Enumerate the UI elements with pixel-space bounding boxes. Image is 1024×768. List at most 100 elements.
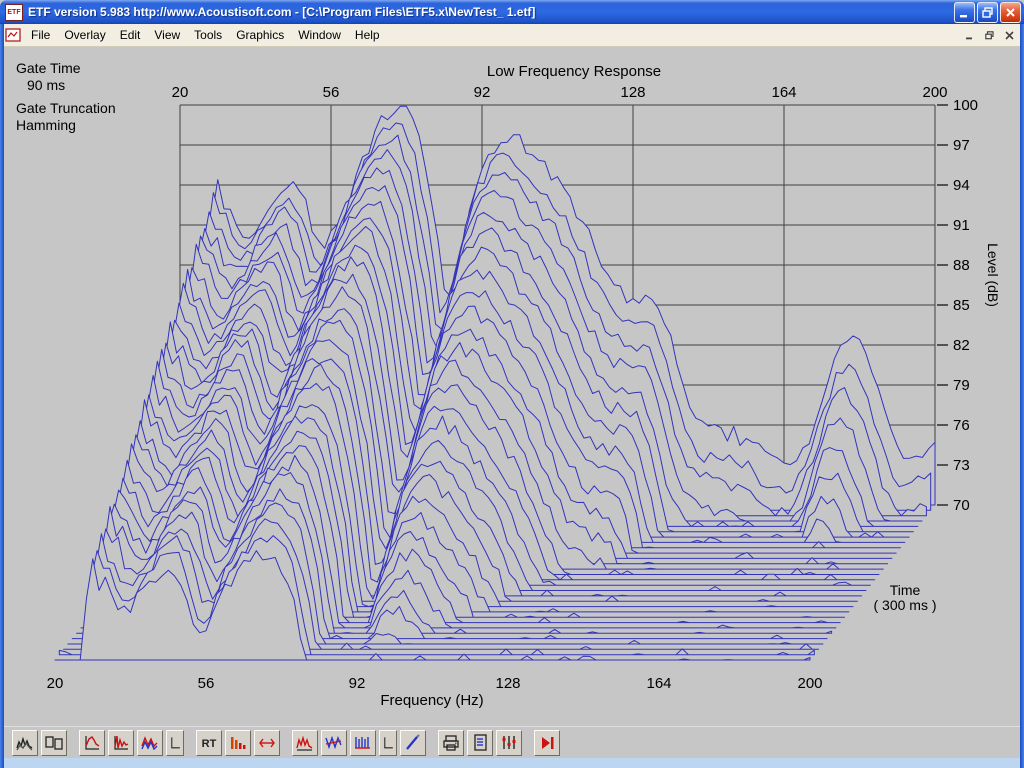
mini-axes-icon: [384, 736, 393, 748]
window-title: ETF version 5.983 http://www.Acoustisoft…: [28, 5, 536, 19]
y-tick-label: 85: [953, 297, 970, 314]
dual-display-button[interactable]: [41, 729, 67, 756]
toolbar: RT: [0, 726, 1024, 758]
dual-display-icon: [45, 735, 63, 750]
x-tick-label-bottom: 56: [198, 675, 215, 692]
mixer-icon: [502, 735, 516, 749]
toolbar-group: [438, 729, 522, 756]
marker-pencil-button[interactable]: [400, 729, 426, 756]
y-axis-label: Level (dB): [985, 243, 1001, 307]
mdi-restore-button[interactable]: [981, 27, 998, 43]
gate-time-label: Gate Time: [16, 60, 81, 76]
comb-filter-icon: [355, 736, 370, 749]
impulse-response-icon: [114, 735, 129, 750]
window-border-left: [0, 24, 4, 768]
x-tick-label-bottom: 128: [495, 675, 520, 692]
y-tick-label: 79: [953, 377, 970, 394]
rt60-icon: RT: [202, 738, 217, 750]
toolbar-group: [79, 729, 184, 756]
energy-spectrum-button[interactable]: [225, 729, 251, 756]
freq-response-icon: [85, 735, 100, 750]
axes-toggle-button[interactable]: [166, 729, 184, 756]
gate-time-value: 90 ms: [27, 77, 65, 93]
x-tick-label-top: 128: [620, 84, 645, 101]
x-tick-label-bottom: 92: [349, 675, 366, 692]
play-icon: [542, 736, 554, 749]
printer-icon: [443, 734, 459, 751]
y-tick-label: 73: [953, 457, 970, 474]
measure-button[interactable]: [534, 729, 560, 756]
toolbar-group: [12, 729, 67, 756]
menu-bar: File Overlay Edit View Tools Graphics Window He…: [0, 24, 1024, 47]
document-icon: [5, 28, 21, 42]
minimize-button[interactable]: [954, 1, 975, 23]
menu-item-help[interactable]: Help: [348, 25, 387, 45]
impulse-response-button[interactable]: [108, 729, 134, 756]
time-axis-range: ( 300 ms ): [873, 597, 936, 613]
plot-client-area: Gate Time 90 ms Gate Truncation Hamming …: [0, 47, 1024, 726]
comb-filter-button[interactable]: [350, 729, 376, 756]
axes-toggle-2-button[interactable]: [379, 729, 397, 756]
x-tick-label-top: 164: [771, 84, 796, 101]
mdi-restore-icon: [985, 30, 994, 39]
menu-item-file[interactable]: File: [24, 25, 57, 45]
gate-truncation-value: Hamming: [16, 117, 76, 133]
x-tick-label-top: 20: [172, 84, 189, 101]
y-tick-label: 76: [953, 417, 970, 434]
y-tick-label: 100: [953, 97, 978, 114]
y-tick-label: 94: [953, 177, 970, 194]
plot-title: Low Frequency Response: [487, 63, 661, 80]
menu-item-graphics[interactable]: Graphics: [229, 25, 291, 45]
menu-items: File Overlay Edit View Tools Graphics Window He…: [24, 25, 387, 45]
x-axis-label: Frequency (Hz): [380, 692, 483, 709]
close-icon: [1006, 7, 1015, 17]
title-bar[interactable]: ETF ETF version 5.983 http://www.Acousti…: [0, 0, 1024, 24]
waterfall-icon: [16, 736, 33, 750]
toolbar-group: [292, 729, 426, 756]
menu-item-window[interactable]: Window: [291, 25, 348, 45]
print-button[interactable]: [438, 729, 464, 756]
mdi-close-icon: [1005, 30, 1014, 40]
menu-item-edit[interactable]: Edit: [113, 25, 148, 45]
x-tick-label-bottom: 200: [797, 675, 822, 692]
waterfall-slices: [54, 105, 936, 661]
restore-button[interactable]: [977, 1, 998, 23]
y-tick-label: 91: [953, 217, 970, 234]
x-tick-label-bottom: 164: [646, 675, 671, 692]
app-icon: ETF: [5, 3, 23, 21]
mdi-minimize-icon: [966, 37, 972, 39]
time-arrows-icon: [259, 738, 275, 747]
menu-item-tools[interactable]: Tools: [187, 25, 229, 45]
waterfall-view-button[interactable]: [12, 729, 38, 756]
toolbar-group: RT: [196, 729, 280, 756]
phase-response-button[interactable]: [321, 729, 347, 756]
rt60-button[interactable]: RT: [196, 729, 222, 756]
window-border-right: [1020, 24, 1024, 768]
app-window: ETF ETF version 5.983 http://www.Acousti…: [0, 0, 1024, 768]
svg-text:RT: RT: [202, 738, 217, 750]
time-axis-label: Time: [890, 582, 921, 598]
menu-item-overlay[interactable]: Overlay: [57, 25, 112, 45]
y-tick-label: 70: [953, 497, 970, 514]
restore-icon: [982, 6, 993, 18]
report-button[interactable]: [467, 729, 493, 756]
time-window-button[interactable]: [254, 729, 280, 756]
close-button[interactable]: [1000, 1, 1021, 23]
x-tick-label-top: 92: [474, 84, 491, 101]
overlay-response-button[interactable]: [137, 729, 163, 756]
mdi-window-controls: [961, 27, 1021, 43]
menu-item-view[interactable]: View: [147, 25, 187, 45]
x-tick-label-bottom: 20: [47, 675, 64, 692]
distortion-button[interactable]: [292, 729, 318, 756]
report-icon: [474, 733, 487, 751]
status-bar: [0, 758, 1024, 768]
x-tick-label-top: 56: [323, 84, 340, 101]
frequency-response-button[interactable]: [79, 729, 105, 756]
minimize-icon: [960, 14, 967, 17]
mdi-minimize-button[interactable]: [961, 27, 978, 43]
double-response-icon: [296, 734, 313, 751]
y-tick-label: 82: [953, 337, 970, 354]
gate-truncation-label: Gate Truncation: [16, 100, 116, 116]
mdi-close-button[interactable]: [1001, 27, 1018, 43]
signal-levels-button[interactable]: [496, 729, 522, 756]
